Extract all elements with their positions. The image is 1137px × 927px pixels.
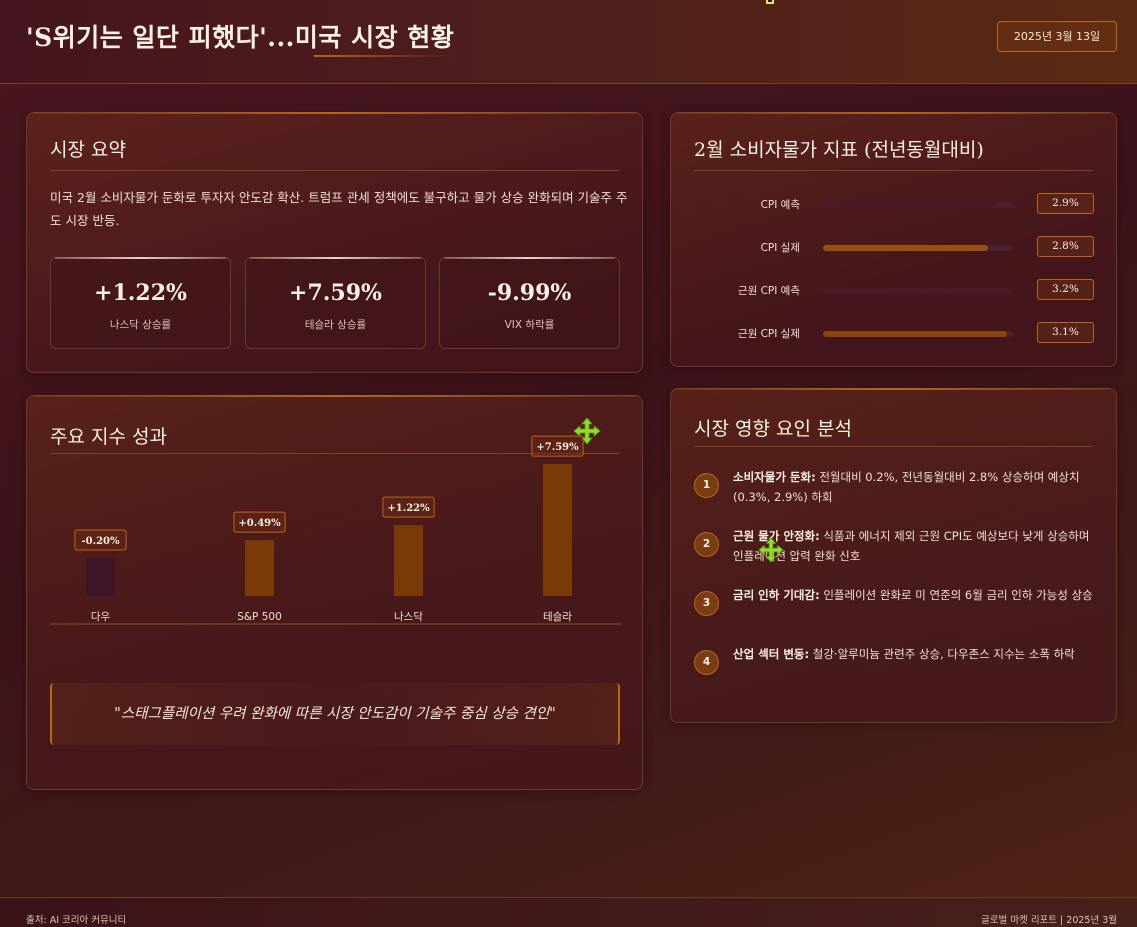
factor-body: 인플레이션 완화로 미 연준의 6월 금리 인하 가능성 상승: [819, 588, 1093, 602]
market-quote: "스태그플레이션 우려 완화에 따른 시장 안도감이 기술주 중심 상승 견인": [50, 683, 620, 745]
factors-divider: [694, 446, 1093, 447]
cpi-label: CPI 예측: [760, 199, 800, 211]
market-factors-card: 시장 영향 요인 분석 1 소비자물가 둔화: 전월대비 0.2%, 전년동월대…: [670, 388, 1117, 723]
date-badge: 2025년 3월 13일: [997, 21, 1117, 52]
category-label: 나스닥: [394, 611, 423, 623]
bar-group: +1.22% 나스닥: [382, 496, 435, 623]
data-label: +1.22%: [387, 503, 430, 514]
cpi-bar-track: [823, 202, 1013, 208]
cpi-row: CPI 실제 2.8%: [671, 236, 1116, 258]
cpi-title: 2월 소비자물가 지표 (전년동월대비): [694, 139, 984, 161]
move-icon[interactable]: [573, 417, 601, 445]
category-label: 테슬라: [543, 611, 572, 623]
cpi-bar-fill: [823, 202, 996, 208]
cpi-row: CPI 예측 2.9%: [671, 193, 1116, 215]
chart-bar: [543, 464, 572, 596]
stat-vix: -9.99% VIX 하락률: [439, 257, 620, 349]
stat-value: +7.59%: [289, 280, 382, 306]
bar-group: +0.49% S&P 500: [233, 511, 286, 623]
summary-divider: [50, 170, 619, 171]
page-title: 'S위기는 일단 피했다'...미국 시장 현황: [26, 23, 455, 52]
chart-bar: [86, 558, 115, 596]
factor-number: 1: [694, 473, 719, 498]
factor-text: 산업 섹터 변동: 철강·알루미늄 관련주 상승, 다우존스 지수는 소폭 하락: [733, 644, 1093, 664]
factor-body: 철강·알루미늄 관련주 상승, 다우존스 지수는 소폭 하락: [809, 647, 1075, 661]
summary-title: 시장 요약: [50, 139, 126, 161]
page-header: 'S위기는 일단 피했다'...미국 시장 현황 2025년 3월 13일: [0, 0, 1137, 84]
cpi-row: 근원 CPI 실제 3.1%: [671, 322, 1116, 344]
factors-title: 시장 영향 요인 분석: [694, 418, 852, 440]
factor-heading: 산업 섹터 변동:: [733, 647, 810, 661]
factor-heading: 금리 인하 기대감:: [733, 588, 820, 602]
page-footer: 출처: AI 코리아 커뮤니티 글로벌 마켓 리포트 | 2025년 3월: [0, 897, 1137, 927]
title-underline: [314, 55, 454, 57]
footer-source: 출처: AI 코리아 커뮤니티: [26, 915, 127, 926]
category-label: 다우: [91, 611, 111, 623]
cpi-bar-fill: [823, 288, 1013, 294]
stat-nasdaq: +1.22% 나스닥 상승률: [50, 257, 231, 349]
cpi-bar-fill: [823, 331, 1008, 337]
stat-value: -9.99%: [487, 280, 572, 306]
factor-text: 금리 인하 기대감: 인플레이션 완화로 미 연준의 6월 금리 인하 가능성 …: [733, 585, 1093, 605]
cpi-label: 근원 CPI 예측: [737, 285, 800, 297]
factor-number: 2: [694, 532, 719, 557]
cpi-divider: [694, 170, 1093, 171]
footer-report: 글로벌 마켓 리포트 | 2025년 3월: [981, 915, 1117, 926]
stat-value: +1.22%: [94, 280, 187, 306]
factor-heading: 소비자물가 둔화:: [733, 470, 816, 484]
cpi-value: 3.1%: [1037, 322, 1094, 343]
factor-text: 소비자물가 둔화: 전월대비 0.2%, 전년동월대비 2.8% 상승하며 예상…: [733, 467, 1093, 507]
stat-label: VIX 하락률: [504, 319, 555, 331]
cpi-bar-track: [823, 288, 1013, 294]
cpi-label: 근원 CPI 실제: [737, 328, 800, 340]
stat-label: 테슬라 상승률: [304, 319, 367, 331]
index-performance-card: 주요 지수 성과 -0.20% 다우 +0.49% S&P 500 +1.22% 나스닥 +…: [26, 395, 643, 790]
data-label: -0.20%: [81, 536, 120, 547]
factor-number: 4: [694, 650, 719, 675]
cpi-label: CPI 실제: [760, 242, 800, 254]
cpi-bar-fill: [823, 245, 989, 251]
data-label: +0.49%: [238, 518, 281, 529]
summary-text: 미국 2월 소비자물가 둔화로 투자자 안도감 확산. 트럼프 관세 정책에도 …: [50, 190, 628, 228]
cpi-row: 근원 CPI 예측 3.2%: [671, 279, 1116, 301]
cpi-value: 3.2%: [1037, 279, 1094, 300]
factor-number: 3: [694, 591, 719, 616]
bar-group: +7.59%테슬라: [531, 435, 584, 623]
category-label: S&P 500: [237, 611, 282, 623]
stat-tesla: +7.59% 테슬라 상승률: [245, 257, 426, 349]
chart-bar: [394, 525, 423, 596]
cpi-bar-track: [823, 331, 1013, 337]
cpi-bar-track: [823, 245, 1013, 251]
cursor-marker: [766, 0, 774, 4]
market-summary-card: 시장 요약 미국 2월 소비자물가 둔화로 투자자 안도감 확산. 트럼프 관세…: [26, 112, 643, 373]
move-icon[interactable]: [758, 537, 784, 563]
cpi-value: 2.9%: [1037, 193, 1094, 214]
stat-label: 나스닥 상승률: [109, 319, 172, 331]
chart-bar: [245, 540, 274, 596]
factor-text: 근원 물가 안정화: 식품과 에너지 제외 근원 CPI도 예상보다 낮게 상승…: [733, 526, 1093, 566]
index-bar-chart: -0.20% 다우 +0.49% S&P 500 +1.22% 나스닥 +7.59%테슬라: [50, 435, 621, 625]
cpi-card: 2월 소비자물가 지표 (전년동월대비) CPI 예측 2.9% CPI 실제 …: [670, 112, 1117, 367]
cpi-value: 2.8%: [1037, 236, 1094, 257]
bar-group: -0.20% 다우: [74, 529, 127, 623]
